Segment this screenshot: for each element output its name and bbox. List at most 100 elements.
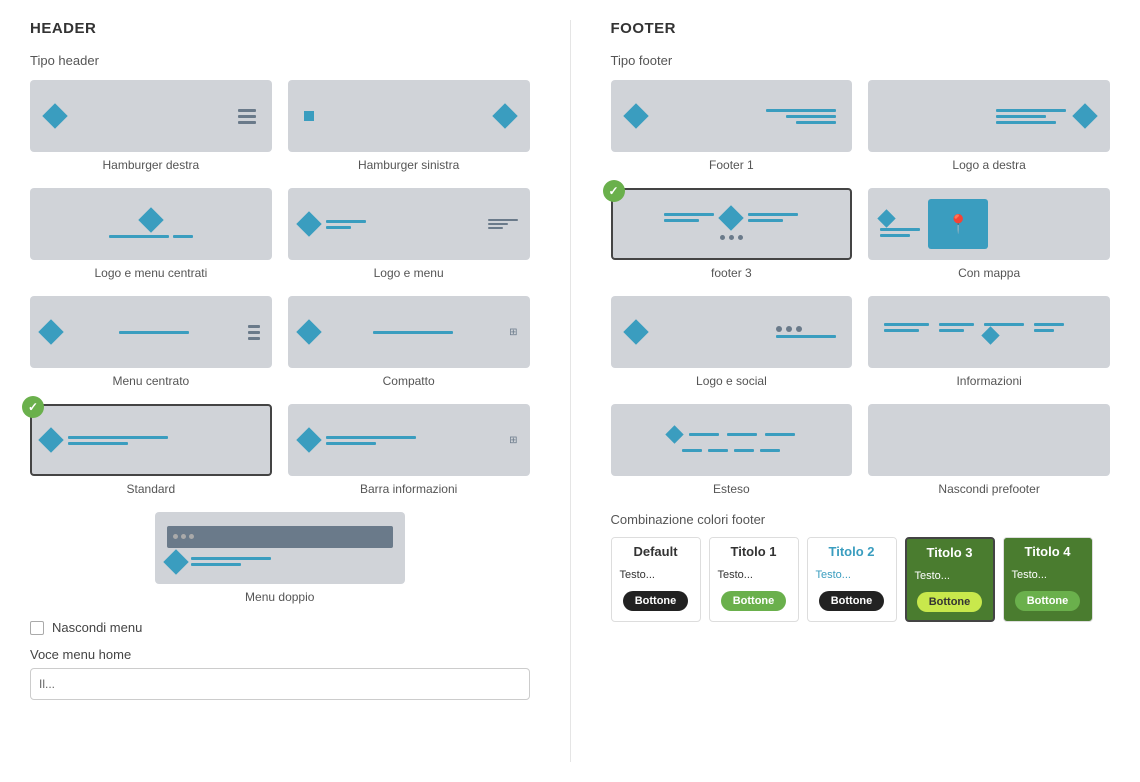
menu-lines <box>373 331 453 334</box>
card-wrap-logo-social: Logo e social <box>611 296 853 388</box>
card-wrap-esteso: Esteso <box>611 404 853 496</box>
color-card-btn-titolo-3[interactable]: Bottone <box>917 592 983 612</box>
std-card-inner <box>32 431 270 449</box>
square-icon <box>304 111 314 121</box>
hamburger-line <box>248 331 260 334</box>
card-label-menu-centrato: Menu centrato <box>113 374 190 388</box>
card-logo-menu-centrati[interactable] <box>30 188 272 260</box>
card-label-informazioni: Informazioni <box>956 374 1021 388</box>
menu-lines <box>326 220 366 229</box>
card-label-compatto: Compatto <box>383 374 435 388</box>
ext-line <box>734 449 754 452</box>
card-logo-menu[interactable] <box>288 188 530 260</box>
card-hamburger-destra[interactable] <box>30 80 272 152</box>
voce-menu-home-label: Voce menu home <box>30 647 530 662</box>
ext-line <box>765 433 795 436</box>
card-label-standard: Standard <box>127 482 176 496</box>
color-card-btn-titolo-2[interactable]: Bottone <box>819 591 885 611</box>
nascondi-menu-checkbox[interactable] <box>30 621 44 635</box>
card-con-mappa[interactable]: 📍 <box>868 188 1110 260</box>
card-label-footer-3: footer 3 <box>711 266 752 280</box>
card-label-footer-1: Footer 1 <box>709 158 754 172</box>
card-wrap-compatto: ⊞ Compatto <box>288 296 530 388</box>
hamburger-line <box>238 115 256 118</box>
card-esteso[interactable] <box>611 404 853 476</box>
diamond-icon <box>163 549 188 574</box>
npf-card-inner <box>870 406 1108 474</box>
md-card-inner <box>157 520 403 577</box>
column-divider <box>570 20 571 762</box>
info-line <box>1034 323 1064 326</box>
card-wrap-barra-informazioni: ⊞ Barra informazioni <box>288 404 530 496</box>
card-footer-1[interactable] <box>611 80 853 152</box>
card-logo-a-destra[interactable] <box>868 80 1110 152</box>
hamburger-line <box>248 325 260 328</box>
mini-line <box>488 223 508 225</box>
diamond-icon <box>492 103 517 128</box>
menu-line <box>173 235 193 238</box>
mini-lines <box>488 219 518 229</box>
footer-cards-grid: Footer 1 Logo a destra <box>611 80 1111 496</box>
color-card-title-default: Default <box>612 538 700 565</box>
header-section-title: HEADER <box>30 20 530 37</box>
bi-card-inner: ⊞ <box>290 431 528 449</box>
color-card-titolo-3[interactable]: Titolo 3Testo...Bottone <box>905 537 995 622</box>
md-bottom <box>167 553 271 571</box>
menu-line <box>191 563 241 566</box>
nascondi-menu-row: Nascondi menu <box>30 620 530 635</box>
card-hamburger-sinistra[interactable] <box>288 80 530 152</box>
color-card-title-titolo-1: Titolo 1 <box>710 538 798 565</box>
menu-line <box>109 235 169 238</box>
color-card-body-default: Testo... <box>612 565 700 585</box>
diamond-icon <box>138 207 163 232</box>
f3-dot <box>738 235 743 240</box>
menu-line <box>326 442 376 445</box>
page-layout: HEADER Tipo header Hamburger destra <box>0 0 1140 782</box>
menu-line <box>326 226 351 229</box>
color-card-btn-default[interactable]: Bottone <box>623 591 689 611</box>
card-nascondi-prefooter[interactable] <box>868 404 1110 476</box>
card-menu-centrato[interactable] <box>30 296 272 368</box>
card-compatto[interactable]: ⊞ <box>288 296 530 368</box>
diamond-icon <box>982 326 1000 344</box>
voce-menu-home-select[interactable]: Il... <box>30 668 530 700</box>
diamond-icon <box>296 211 321 236</box>
card-logo-social[interactable] <box>611 296 853 368</box>
info-col <box>884 323 929 332</box>
cm-left <box>880 212 920 237</box>
color-card-titolo-4[interactable]: Titolo 4Testo...Bottone <box>1003 537 1093 622</box>
ext-line <box>708 449 728 452</box>
card-menu-doppio[interactable] <box>155 512 405 584</box>
hamburger-lines <box>238 109 256 124</box>
color-card-btn-titolo-4[interactable]: Bottone <box>1015 591 1081 611</box>
pin-icon: 📍 <box>947 214 969 235</box>
card-barra-informazioni[interactable]: ⊞ <box>288 404 530 476</box>
card-label-logo-menu: Logo e menu <box>374 266 444 280</box>
color-card-titolo-1[interactable]: Titolo 1Testo...Bottone <box>709 537 799 622</box>
menu-line <box>326 436 416 439</box>
social-dots <box>776 326 836 332</box>
hamburger-lines <box>248 325 260 340</box>
card-label-hamburger-sinistra: Hamburger sinistra <box>358 158 459 172</box>
card-footer-3[interactable] <box>611 188 853 260</box>
ext-line <box>689 433 719 436</box>
diamond-icon <box>665 425 683 443</box>
color-card-titolo-2[interactable]: Titolo 2Testo...Bottone <box>807 537 897 622</box>
lm-right <box>488 219 518 229</box>
color-card-btn-titolo-1[interactable]: Bottone <box>721 591 787 611</box>
ext-top <box>668 428 795 441</box>
bi-icon: ⊞ <box>509 435 517 446</box>
card-standard[interactable] <box>30 404 272 476</box>
ext-line <box>727 433 757 436</box>
footer-line <box>796 121 836 124</box>
menu-lines <box>326 436 416 445</box>
hdr-card-inner <box>32 107 270 125</box>
menu-line <box>119 331 189 334</box>
menu-line <box>191 557 271 560</box>
mini-line <box>488 227 503 229</box>
card-informazioni[interactable] <box>868 296 1110 368</box>
color-card-default[interactable]: DefaultTesto... Bottone <box>611 537 701 622</box>
card-wrap-menu-doppio: Menu doppio <box>30 512 530 604</box>
hsl-card-inner <box>290 107 528 125</box>
info-col <box>939 323 974 332</box>
